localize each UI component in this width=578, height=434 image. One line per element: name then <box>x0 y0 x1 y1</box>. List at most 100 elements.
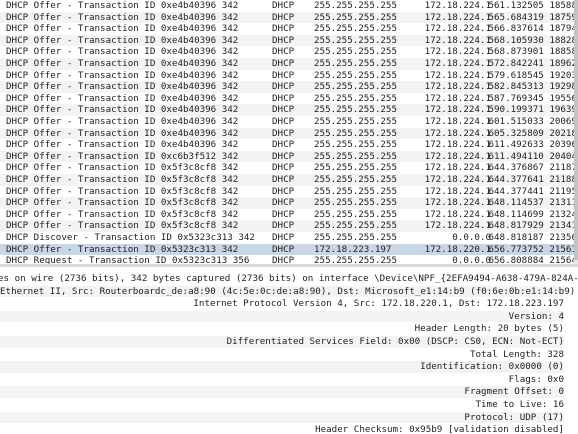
packet-row[interactable]: DHCP Offer - Transaction ID 0xe4b40396 3… <box>0 127 578 140</box>
packet-row[interactable]: DHCP Request - Transaction ID 0x5323c313… <box>0 255 578 264</box>
packet-source: 172.18.224.1 <box>424 46 491 58</box>
packet-info: DHCP Offer - Transaction ID 0xe4b40396 3… <box>6 46 239 58</box>
packet-row[interactable]: DHCP Offer - Transaction ID 0xe4b40396 3… <box>0 11 578 24</box>
packet-time: 644.377441 21195 <box>488 185 577 197</box>
detail-line[interactable]: Header Length: 20 bytes (5) <box>415 323 564 335</box>
packet-row[interactable]: DHCP Offer - Transaction ID 0xe4b40396 3… <box>0 93 578 105</box>
packet-info: DHCP Discover - Transaction ID 0x5323c31… <box>6 232 255 243</box>
packet-row[interactable]: DHCP Offer - Transaction ID 0x5f3c8cf8 3… <box>0 220 578 232</box>
packet-list[interactable]: DHCP Offer - Transaction ID 0xe4b40396 3… <box>0 0 578 264</box>
packet-destination: 255.255.255.255 <box>314 208 397 220</box>
packet-protocol: DHCP <box>272 185 295 197</box>
packet-destination: 255.255.255.255 <box>314 0 397 11</box>
packet-protocol: DHCP <box>272 255 295 264</box>
packet-row[interactable]: DHCP Offer - Transaction ID 0xe4b40396 3… <box>0 81 578 93</box>
packet-time: 656.808884 21564 <box>488 255 577 264</box>
packet-time: 648.114699 21324 <box>488 208 577 220</box>
packet-time: 601.515033 20069 <box>488 116 577 127</box>
packet-info: DHCP Offer - Transaction ID 0xe4b40396 3… <box>6 34 239 46</box>
packet-source: 172.18.224.1 <box>424 69 491 81</box>
detail-line[interactable]: Internet Protocol Version 4, Src: 172.18… <box>193 298 564 310</box>
packet-protocol: DHCP <box>272 220 295 232</box>
packet-row[interactable]: DHCP Offer - Transaction ID 0xe4b40396 3… <box>0 116 578 128</box>
detail-line[interactable]: Identification: 0x0000 (0) <box>0 361 564 373</box>
packet-protocol: DHCP <box>272 34 295 46</box>
packet-destination: 255.255.255.255 <box>314 174 397 185</box>
packet-source: 172.18.224.1 <box>424 116 491 127</box>
packet-row[interactable]: DHCP Offer - Transaction ID 0xe4b40396 3… <box>0 46 578 58</box>
packet-row[interactable]: DHCP Offer - Transaction ID 0xe4b40396 3… <box>0 23 578 35</box>
detail-line[interactable]: Version: 4 <box>0 310 564 323</box>
packet-info: DHCP Offer - Transaction ID 0xe4b40396 3… <box>6 11 239 23</box>
packet-time: 648.817929 21341 <box>488 220 577 232</box>
packet-details-pane[interactable]: es on wire (2736 bits), 342 bytes captur… <box>0 267 578 434</box>
packet-time: 656.773752 21561 <box>488 243 577 255</box>
packet-row[interactable]: DHCP Offer - Transaction ID 0xe4b40396 3… <box>0 0 578 12</box>
detail-line[interactable]: Protocol: UDP (17) <box>0 411 564 424</box>
packet-protocol: DHCP <box>272 81 295 93</box>
packet-protocol: DHCP <box>272 197 295 209</box>
packet-source: 172.18.224.1 <box>424 104 491 116</box>
detail-line[interactable]: Total Length: 328 <box>470 349 564 361</box>
packet-info: DHCP Offer - Transaction ID 0xe4b40396 3… <box>6 81 239 93</box>
detail-line[interactable]: Fragment Offset: 0 <box>0 386 564 398</box>
packet-info: DHCP Offer - Transaction ID 0xe4b40396 3… <box>6 127 239 139</box>
packet-destination: 255.255.255.255 <box>314 127 397 139</box>
packet-time: 582.845313 19298 <box>488 81 577 93</box>
packet-protocol: DHCP <box>272 174 295 185</box>
packet-source: 172.18.224.1 <box>424 58 491 69</box>
packet-row[interactable]: DHCP Offer - Transaction ID 0xe4b40396 3… <box>0 104 578 116</box>
packet-destination: 255.255.255.255 <box>314 104 397 116</box>
detail-line[interactable]: Flags: 0x0 <box>509 374 564 386</box>
packet-row[interactable]: DHCP Offer - Transaction ID 0x5f3c8cf8 3… <box>0 186 578 198</box>
packet-row[interactable]: DHCP Offer - Transaction ID 0xe4b40396 3… <box>0 139 578 151</box>
packet-protocol: DHCP <box>272 104 295 116</box>
detail-line[interactable]: Ethernet II, Src: Routerboardc_de:a8:90 … <box>0 285 575 298</box>
detail-line[interactable]: Header Checksum: 0x95b9 [validation disa… <box>315 424 564 434</box>
packet-info: DHCP Offer - Transaction ID 0x5f3c8cf8 3… <box>6 197 239 209</box>
packet-protocol: DHCP <box>272 139 295 151</box>
packet-row[interactable]: DHCP Offer - Transaction ID 0x5f3c8cf8 3… <box>0 162 578 174</box>
packet-time: 568.105930 18828 <box>488 34 577 46</box>
packet-protocol: DHCP <box>272 243 295 255</box>
packet-row[interactable]: DHCP Offer - Transaction ID 0x5f3c8cf8 3… <box>0 174 578 186</box>
packet-protocol: DHCP <box>272 116 295 127</box>
packet-row[interactable]: DHCP Offer - Transaction ID 0xe4b40396 3… <box>0 58 578 70</box>
packet-row[interactable]: DHCP Offer - Transaction ID 0x5f3c8cf8 3… <box>0 197 578 209</box>
packet-protocol: DHCP <box>272 46 295 58</box>
packet-time: 644.376867 21187 <box>488 162 577 174</box>
packet-source: 172.18.224.1 <box>424 0 491 11</box>
packet-source: 0.0.0.0 <box>452 232 491 243</box>
packet-source: 172.18.224.1 <box>424 92 491 104</box>
packet-row[interactable]: DHCP Offer - Transaction ID 0xe4b40396 3… <box>0 70 578 82</box>
detail-line[interactable]: Time to Live: 16 <box>475 399 564 411</box>
packet-time: 579.618545 19203 <box>488 69 577 81</box>
packet-time: 568.873901 18858 <box>488 46 577 58</box>
packet-destination: 255.255.255.255 <box>314 139 397 151</box>
packet-destination: 255.255.255.255 <box>314 69 397 81</box>
packet-time: 572.842241 18962 <box>488 58 577 69</box>
packet-time: 566.837614 18794 <box>488 23 577 35</box>
packet-destination: 255.255.255.255 <box>314 81 397 93</box>
packet-destination: 255.255.255.255 <box>314 232 397 243</box>
packet-row[interactable]: DHCP Offer - Transaction ID 0xe4b40396 3… <box>0 34 578 47</box>
scrollbar-thumb[interactable] <box>574 0 578 260</box>
packet-info: DHCP Offer - Transaction ID 0xc6b3f512 3… <box>6 150 239 162</box>
packet-time: 590.199371 19639 <box>488 104 577 116</box>
scrollbar[interactable] <box>574 0 578 264</box>
packet-time: 648.114537 21311 <box>488 197 577 209</box>
packet-info: DHCP Offer - Transaction ID 0x5f3c8cf8 3… <box>6 185 239 197</box>
packet-info: DHCP Offer - Transaction ID 0xe4b40396 3… <box>6 92 239 104</box>
packet-row[interactable]: DHCP Discover - Transaction ID 0x5323c31… <box>0 232 578 244</box>
packet-time: 648.818187 21356 <box>488 232 577 243</box>
packet-info: DHCP Offer - Transaction ID 0x5323c313 3… <box>6 243 239 255</box>
packet-row[interactable]: DHCP Offer - Transaction ID 0x5f3c8cf8 3… <box>0 209 578 221</box>
packet-source: 172.18.224.1 <box>424 162 491 174</box>
packet-source: 172.18.224.1 <box>424 197 491 209</box>
detail-line[interactable]: es on wire (2736 bits), 342 bytes captur… <box>0 273 578 285</box>
detail-line[interactable]: Differentiated Services Field: 0x00 (DSC… <box>0 336 564 348</box>
packet-row[interactable]: DHCP Offer - Transaction ID 0x5323c313 3… <box>0 243 578 256</box>
packet-source: 172.18.224.1 <box>424 34 491 46</box>
packet-row[interactable]: DHCP Offer - Transaction ID 0xc6b3f512 3… <box>0 150 578 163</box>
packet-source: 172.18.224.1 <box>424 11 491 23</box>
